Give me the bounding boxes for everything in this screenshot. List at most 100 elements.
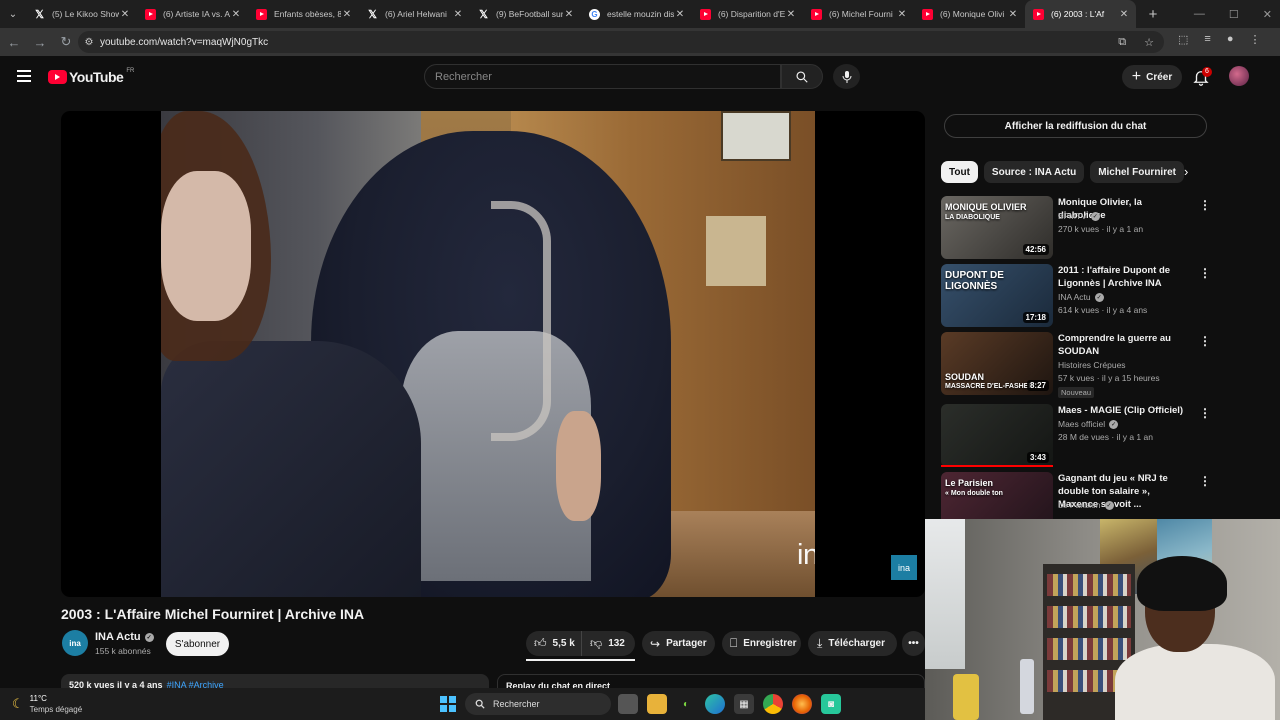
recommended-video[interactable]: 3:43 Maes - MAGIE (Clip Officiel) Maes off… xyxy=(941,404,1211,468)
share-button[interactable]: ↪ Partager xyxy=(642,631,715,656)
edge-icon[interactable] xyxy=(705,694,725,714)
search-placeholder: Rechercher xyxy=(435,70,492,83)
close-tab-icon[interactable]: ✕ xyxy=(674,9,686,20)
channel-name[interactable]: Le Parisien ✓ xyxy=(1058,500,1114,510)
browser-tab[interactable]: Gestelle mouzin dis ✕ xyxy=(581,0,692,28)
more-options-icon[interactable]: ⋮ xyxy=(1199,406,1211,420)
media-icon[interactable]: ≡ xyxy=(1204,33,1210,46)
video-thumbnail[interactable]: 3:43 xyxy=(941,404,1053,467)
video-meta: 270 k vues · il y a 1 an xyxy=(1058,224,1144,234)
filter-chip[interactable]: Tout xyxy=(941,161,978,183)
browser-tab[interactable]: (6) Monique Olivi ✕ xyxy=(914,0,1025,28)
menu-icon[interactable] xyxy=(17,70,31,85)
recommended-video[interactable]: SOUDAN MASSACRE D'EL-FASHER 8:27 Comprendre… xyxy=(941,332,1211,398)
close-tab-icon[interactable]: ✕ xyxy=(452,9,464,20)
filter-chip[interactable]: Michel Fourniret xyxy=(1090,161,1184,183)
more-options-icon[interactable]: ⋮ xyxy=(1199,266,1211,280)
chevron-right-icon[interactable]: › xyxy=(1184,164,1188,179)
create-button[interactable]: + Créer xyxy=(1122,65,1182,89)
forward-icon[interactable]: → xyxy=(28,30,52,54)
youtube-logo[interactable]: YouTube FR xyxy=(48,68,134,85)
video-thumbnail[interactable]: SOUDAN MASSACRE D'EL-FASHER 8:27 xyxy=(941,332,1053,395)
bookmark-star-icon[interactable]: ☆ xyxy=(1144,36,1154,49)
browser-tab[interactable]: Enfants obèses, 8 ✕ xyxy=(248,0,359,28)
browser-menu-icon[interactable]: ⋮ xyxy=(1249,33,1260,46)
close-tab-icon[interactable]: ✕ xyxy=(563,9,575,20)
dislike-button[interactable]: 👎︎ 132 xyxy=(582,631,625,656)
task-view-icon[interactable] xyxy=(618,694,638,714)
youtube-icon xyxy=(145,8,156,20)
browser-tab[interactable]: (6) Artiste IA vs. A ✕ xyxy=(137,0,248,28)
channel-name[interactable]: Histoires Crépues xyxy=(1058,360,1126,370)
url-field[interactable]: ⚙ youtube.com/watch?v=maqWjN0gTkc ⧉ ☆ xyxy=(78,31,1164,53)
youtube-icon xyxy=(811,8,822,20)
taskbar-search[interactable]: Rechercher xyxy=(465,693,611,715)
save-button[interactable]: ⎕ Enregistrer xyxy=(722,631,801,656)
voice-search-button[interactable] xyxy=(833,64,860,89)
video-thumbnail[interactable]: MONIQUE OLIVIER LA DIABOLIQUE 42:56 xyxy=(941,196,1053,259)
close-tab-icon[interactable]: ✕ xyxy=(230,9,242,20)
channel-avatar[interactable]: ina xyxy=(62,630,88,656)
video-title[interactable]: Comprendre la guerre au SOUDAN xyxy=(1058,332,1192,358)
store-icon[interactable]: ▦ xyxy=(734,694,754,714)
video-title[interactable]: 2011 : l'affaire Dupont de Ligonnès | Ar… xyxy=(1058,264,1192,290)
channel-name[interactable]: Maes officiel ✓ xyxy=(1058,419,1119,429)
tab-search-chevron-icon[interactable]: ⌄ xyxy=(0,0,26,28)
filter-chip[interactable]: Source : INA Actu xyxy=(983,161,1085,183)
search-input[interactable]: Rechercher xyxy=(424,64,781,89)
cast-icon[interactable]: ⧉ xyxy=(1118,36,1126,49)
profile-icon[interactable]: ● xyxy=(1227,33,1234,46)
xbox-icon[interactable]: ◐ xyxy=(676,694,696,714)
chrome-icon[interactable] xyxy=(763,694,783,714)
more-actions-button[interactable]: ••• xyxy=(902,631,925,656)
weather-widget[interactable]: ☾ 11°C Temps dégagé xyxy=(12,693,82,715)
video-player[interactable]: 2 ina.fr ina xyxy=(61,111,925,597)
windows-start-icon[interactable] xyxy=(440,696,456,712)
taskbar-apps: ◐ ▦ ◙ xyxy=(618,694,841,714)
close-tab-icon[interactable]: ✕ xyxy=(896,9,908,20)
site-info-icon[interactable]: ⚙ xyxy=(78,37,100,48)
firefox-icon[interactable] xyxy=(792,694,812,714)
reload-icon[interactable]: ↻ xyxy=(54,30,78,54)
tab-title: (6) Michel Fourni xyxy=(829,9,893,19)
more-options-icon[interactable]: ⋮ xyxy=(1199,474,1211,488)
browser-tab[interactable]: 𝕏 (5) Le Kikoo Show ✕ xyxy=(26,0,137,28)
search-button[interactable] xyxy=(781,64,823,89)
browser-tab[interactable]: (6) 2003 : L'Af ✕ xyxy=(1025,0,1136,28)
show-chat-replay-button[interactable]: Afficher la rediffusion du chat xyxy=(944,114,1207,138)
like-button[interactable]: 👍︎ 5,5 k xyxy=(526,631,582,656)
maximize-icon[interactable]: ☐ xyxy=(1229,8,1239,21)
watch-progress-bar xyxy=(941,465,1053,467)
channel-name[interactable]: INA Actu ✓ xyxy=(95,631,154,643)
browser-tab[interactable]: (6) Disparition d'E ✕ xyxy=(692,0,803,28)
close-tab-icon[interactable]: ✕ xyxy=(119,9,131,20)
video-title: 2003 : L'Affaire Michel Fourniret | Arch… xyxy=(61,606,365,622)
browser-tab[interactable]: (6) Michel Fourni ✕ xyxy=(803,0,914,28)
close-tab-icon[interactable]: ✕ xyxy=(1118,9,1130,20)
close-tab-icon[interactable]: ✕ xyxy=(341,9,353,20)
more-options-icon[interactable]: ⋮ xyxy=(1199,334,1211,348)
file-explorer-icon[interactable] xyxy=(647,694,667,714)
close-tab-icon[interactable]: ✕ xyxy=(1007,9,1019,20)
minimize-icon[interactable]: — xyxy=(1194,8,1205,20)
close-window-icon[interactable]: ✕ xyxy=(1263,8,1272,21)
new-tab-button[interactable]: + xyxy=(1142,6,1164,23)
close-tab-icon[interactable]: ✕ xyxy=(785,9,797,20)
recommended-video[interactable]: MONIQUE OLIVIER LA DIABOLIQUE 42:56 Monique… xyxy=(941,196,1211,260)
download-button[interactable]: ⤓ Télécharger xyxy=(808,631,897,656)
extensions-icon[interactable]: ⬚ xyxy=(1178,33,1188,46)
ina-corner-logo[interactable]: ina xyxy=(891,555,917,580)
subscribe-button[interactable]: S'abonner xyxy=(166,632,229,656)
verified-icon: ✓ xyxy=(1090,211,1100,221)
whatsapp-icon[interactable]: ◙ xyxy=(821,694,841,714)
more-options-icon[interactable]: ⋮ xyxy=(1199,198,1211,212)
video-title[interactable]: Maes - MAGIE (Clip Officiel) xyxy=(1058,404,1192,417)
back-icon[interactable]: ← xyxy=(2,30,26,54)
channel-name[interactable]: BFMTV ✓ xyxy=(1058,211,1100,221)
account-avatar[interactable] xyxy=(1229,66,1249,86)
browser-tab[interactable]: 𝕏 (6) Ariel Helwani ✕ xyxy=(359,0,470,28)
channel-name[interactable]: INA Actu ✓ xyxy=(1058,292,1104,302)
browser-tab[interactable]: 𝕏 (9) BeFootball sur ✕ xyxy=(470,0,581,28)
video-thumbnail[interactable]: DUPONT DE LIGONNÈS 17:18 xyxy=(941,264,1053,327)
recommended-video[interactable]: DUPONT DE LIGONNÈS 17:18 2011 : l'affaire … xyxy=(941,264,1211,328)
